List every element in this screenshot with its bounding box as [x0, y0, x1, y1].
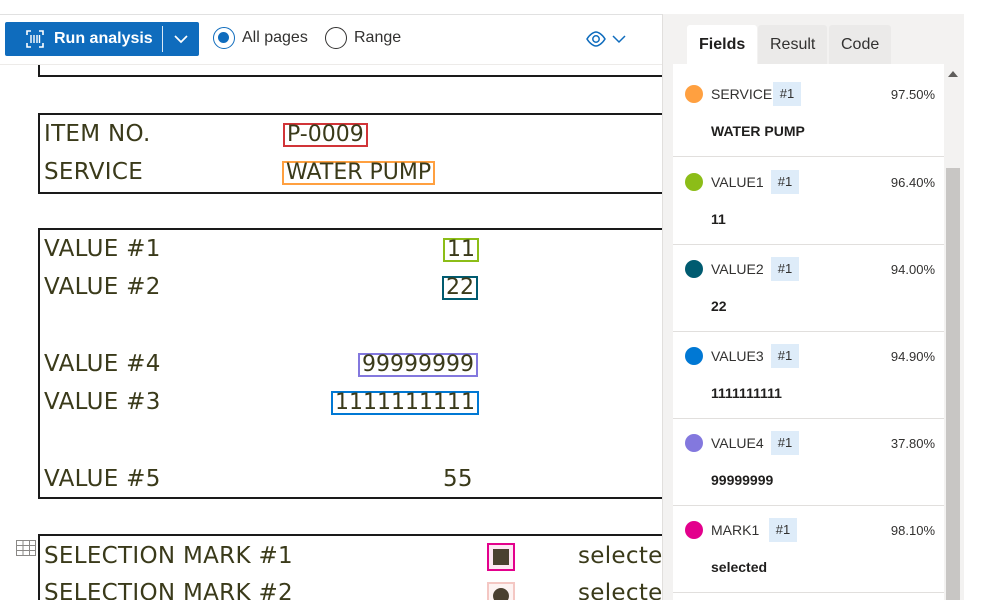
value1-label: VALUE #1 [44, 236, 161, 262]
scrollbar-thumb[interactable] [946, 168, 960, 600]
field-value: 99999999 [711, 472, 774, 488]
item-no-label: ITEM NO. [44, 121, 151, 147]
eye-icon[interactable] [586, 29, 630, 49]
radio-range-label: Range [354, 29, 402, 46]
value2-value[interactable]: 22 [442, 276, 478, 300]
field-name: VALUE1 [711, 174, 764, 190]
field-name: VALUE2 [711, 261, 764, 277]
radio-range-circle[interactable] [325, 27, 347, 49]
value3-value[interactable]: 1111111111 [331, 391, 479, 415]
radio-range[interactable]: Range [325, 27, 401, 49]
field-confidence: 98.10% [890, 523, 935, 538]
button-separator [162, 26, 163, 52]
field-index-badge: #1 [771, 344, 799, 368]
value5-value: 55 [443, 466, 473, 492]
mark1-checkbox-box[interactable] [487, 543, 515, 571]
field-item-mark1[interactable]: MARK1 #1 98.10% selected [673, 506, 945, 593]
value3-label: VALUE #3 [44, 389, 161, 415]
color-dot-icon [685, 85, 703, 103]
toolbar: Run analysis All pages Range [0, 15, 662, 65]
field-value: 1111111111 [711, 385, 782, 401]
mark2-checkbox-box[interactable] [487, 582, 515, 600]
tab-result[interactable]: Result [758, 25, 828, 64]
field-confidence: 97.50% [890, 87, 935, 102]
color-dot-icon [685, 434, 703, 452]
window-edge [964, 0, 983, 600]
field-name: VALUE3 [711, 348, 764, 364]
value5-label: VALUE #5 [44, 466, 161, 492]
field-index-badge: #1 [771, 257, 799, 281]
mark1-label: SELECTION MARK #1 [44, 543, 293, 569]
fields-scrollbar[interactable] [944, 64, 962, 600]
field-item-value1[interactable]: VALUE1 #1 96.40% 11 [673, 158, 945, 245]
field-item-value4[interactable]: VALUE4 #1 37.80% 99999999 [673, 419, 945, 506]
checkbox-filled-icon [493, 549, 509, 565]
run-analysis-label: Run analysis [54, 30, 153, 47]
radio-all-pages-circle[interactable] [213, 27, 235, 49]
field-value: 11 [711, 211, 726, 227]
service-label: SERVICE [44, 159, 144, 185]
field-confidence: 37.80% [890, 436, 935, 451]
field-confidence: 96.40% [890, 175, 935, 190]
item-no-value[interactable]: P-0009 [283, 123, 368, 147]
run-analysis-button[interactable]: Run analysis [5, 22, 199, 56]
mark2-value: selected [578, 580, 662, 600]
chevron-down-icon[interactable] [171, 29, 191, 49]
color-dot-icon [685, 260, 703, 278]
color-dot-icon [685, 521, 703, 539]
field-item-value3[interactable]: VALUE3 #1 94.90% 1111111111 [673, 332, 945, 419]
field-index-badge: #1 [773, 82, 801, 106]
field-value: selected [711, 559, 768, 575]
field-value: 22 [711, 298, 727, 314]
tab-fields[interactable]: Fields [687, 25, 758, 64]
field-name: SERVICE [711, 86, 773, 102]
value4-value[interactable]: 99999999 [358, 353, 478, 377]
field-item-service[interactable]: SERVICE #1 97.50% WATER PUMP [673, 70, 945, 157]
radio-filled-icon [493, 588, 509, 600]
tab-code[interactable]: Code [829, 25, 892, 64]
value2-label: VALUE #2 [44, 274, 161, 300]
field-list: SERVICE #1 97.50% WATER PUMP VALUE1 #1 9… [673, 64, 945, 600]
table-icon[interactable] [16, 540, 36, 556]
field-name: MARK1 [711, 522, 760, 538]
radio-all-pages-label: All pages [242, 29, 308, 46]
chevron-down-icon [612, 35, 626, 44]
mark2-label: SELECTION MARK #2 [44, 580, 293, 600]
scan-icon [26, 30, 44, 48]
document-viewer: Run analysis All pages Range ITEM NO. P-… [0, 0, 662, 600]
value4-label: VALUE #4 [44, 351, 161, 377]
field-index-badge: #1 [771, 431, 799, 455]
field-confidence: 94.00% [890, 262, 935, 277]
field-confidence: 94.90% [890, 349, 935, 364]
color-dot-icon [685, 173, 703, 191]
fields-panel: Fields Result Code SERVICE #1 97.50% WAT… [662, 14, 964, 600]
field-name: VALUE4 [711, 435, 764, 451]
radio-all-pages[interactable]: All pages [213, 27, 308, 49]
field-index-badge: #1 [769, 518, 797, 542]
scroll-up-arrow-icon[interactable] [948, 70, 958, 78]
mark1-value: selected [578, 543, 662, 569]
service-value[interactable]: WATER PUMP [282, 161, 436, 185]
value1-value[interactable]: 11 [443, 238, 479, 262]
field-value: WATER PUMP [711, 123, 805, 139]
field-item-value2[interactable]: VALUE2 #1 94.00% 22 [673, 245, 945, 332]
panel-tabs: Fields Result Code [663, 14, 965, 64]
field-index-badge: #1 [771, 170, 799, 194]
color-dot-icon [685, 347, 703, 365]
